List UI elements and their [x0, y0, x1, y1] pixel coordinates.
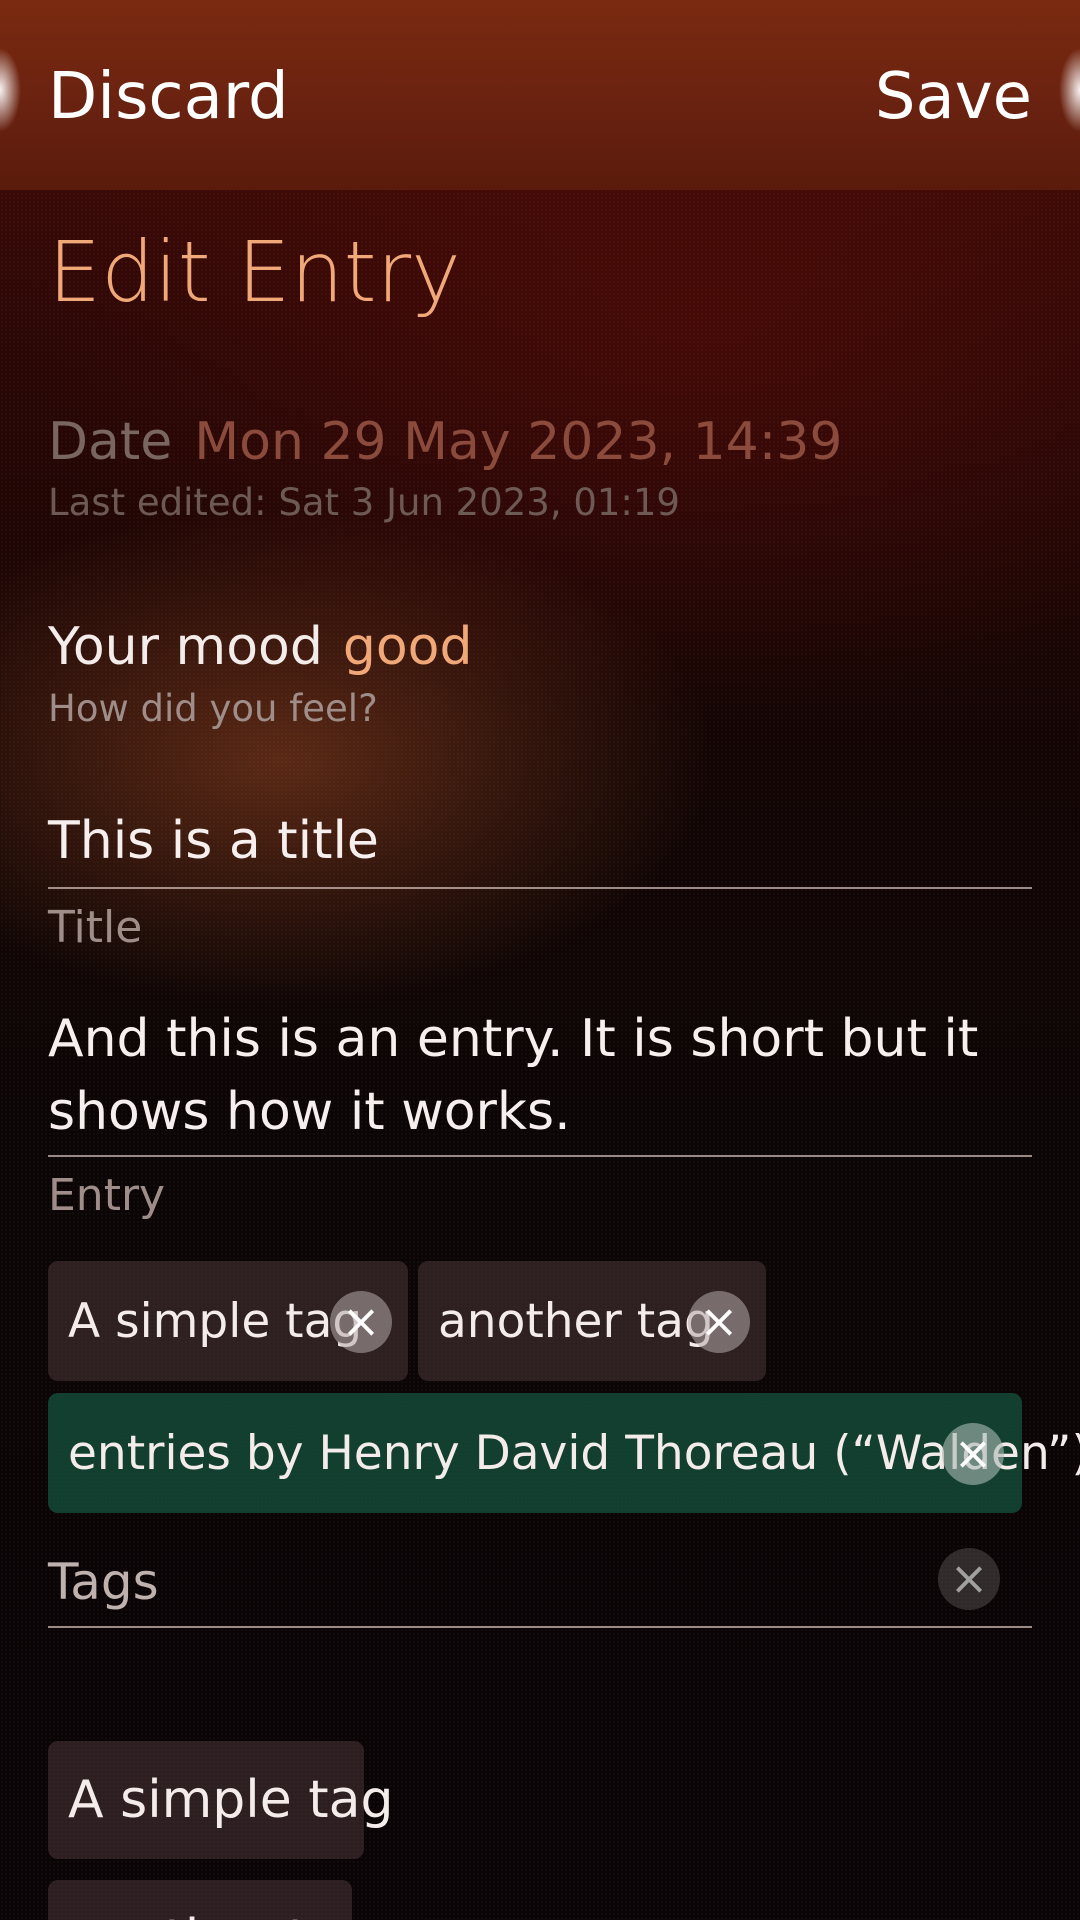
tag-suggestion[interactable]: another tag: [48, 1880, 373, 1920]
tag-suggestion[interactable]: A simple tag: [48, 1741, 394, 1859]
page-title: Edit Entry: [48, 223, 461, 321]
tags-input[interactable]: Tags: [48, 1550, 159, 1614]
close-icon[interactable]: ×: [942, 1423, 1004, 1485]
mood-label: Your mood: [48, 617, 323, 677]
last-edited-text: Last edited: Sat 3 Jun 2023, 01:19: [48, 481, 680, 524]
clear-icon[interactable]: ×: [938, 1548, 1000, 1610]
date-field: Date Mon 29 May 2023, 14:39: [48, 410, 842, 474]
header-glow-left: [0, 30, 30, 150]
title-input[interactable]: This is a title: [48, 806, 1032, 876]
tag-chip-highlighted[interactable]: entries by Henry David Thoreau (“Walden”…: [48, 1393, 1080, 1513]
entry-textarea-underline: [48, 1155, 1032, 1157]
tag-chip[interactable]: another tag ×: [418, 1261, 766, 1381]
tag-chip[interactable]: A simple tag ×: [48, 1261, 408, 1381]
tag-suggestion-label: A simple tag: [68, 1770, 394, 1830]
tag-label: A simple tag: [68, 1293, 363, 1349]
title-input-underline: [48, 887, 1032, 889]
mood-hint: How did you feel?: [48, 687, 378, 730]
date-value: Mon 29 May 2023, 14:39: [194, 412, 843, 472]
tag-label: entries by Henry David Thoreau (“Walden”…: [68, 1425, 1080, 1481]
mood-value[interactable]: good: [343, 617, 473, 677]
tag-suggestion-label: another tag: [68, 1909, 373, 1920]
header-glow-right: [1050, 30, 1080, 150]
tag-label: another tag: [438, 1293, 714, 1349]
close-icon[interactable]: ×: [330, 1291, 392, 1353]
discard-button[interactable]: Discard: [48, 52, 289, 142]
entry-textarea[interactable]: And this is an entry. It is short but it…: [48, 1003, 1032, 1149]
tags-input-underline: [48, 1626, 1032, 1628]
entry-field-label: Entry: [48, 1170, 166, 1221]
page-header: Discard Save: [0, 0, 1080, 190]
title-field-label: Title: [48, 902, 143, 953]
date-label: Date: [48, 412, 173, 472]
close-icon[interactable]: ×: [688, 1291, 750, 1353]
mood-selector[interactable]: Your mood good: [48, 615, 472, 679]
save-button[interactable]: Save: [875, 52, 1032, 142]
